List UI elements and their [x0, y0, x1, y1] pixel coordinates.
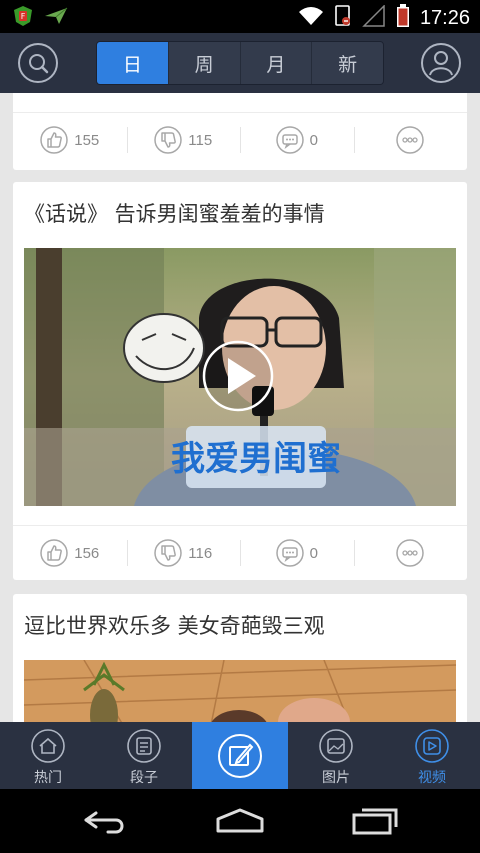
video-thumbnail[interactable]: 我爱男闺蜜	[24, 248, 456, 506]
signal-icon	[362, 4, 386, 31]
house-icon	[31, 729, 65, 763]
nav-hot[interactable]: 热门	[0, 722, 96, 789]
svg-text:F: F	[21, 12, 26, 21]
post-actions: 156 116 0	[13, 526, 467, 580]
comment-icon	[275, 539, 304, 567]
tab-day[interactable]: 日	[97, 42, 169, 84]
comment-icon	[275, 126, 304, 154]
nav-videos[interactable]: 视频	[384, 722, 480, 789]
more-icon	[396, 539, 424, 567]
wifi-icon	[298, 6, 324, 30]
tab-month[interactable]: 月	[240, 42, 313, 84]
home-button[interactable]	[214, 807, 266, 839]
post-card[interactable]: 逗比世界欢乐多 美女奇葩毁三观	[13, 594, 467, 722]
thumbs-down-icon	[154, 126, 183, 154]
nav-label: 热门	[34, 770, 62, 786]
play-icon[interactable]	[202, 341, 274, 413]
recents-icon	[352, 808, 398, 835]
tab-week[interactable]: 周	[168, 42, 241, 84]
home-icon	[216, 808, 264, 833]
search-button[interactable]	[17, 42, 59, 84]
dislike-button[interactable]: 115	[126, 113, 241, 167]
video-caption: 我爱男闺蜜	[171, 439, 341, 479]
dislike-count: 116	[188, 544, 213, 562]
comment-button[interactable]: 0	[240, 113, 354, 167]
back-icon	[84, 811, 124, 834]
thumbs-up-icon	[40, 126, 68, 154]
app-notification-icon: F	[12, 5, 34, 31]
thumbs-down-icon	[154, 539, 183, 567]
system-nav	[0, 789, 480, 853]
profile-button[interactable]	[420, 42, 462, 84]
status-time: 17:26	[419, 6, 470, 29]
like-count: 155	[74, 131, 100, 149]
post-card[interactable]: 《话说》 告诉男闺蜜羞羞的事情 我爱男闺蜜 156 116 0	[13, 182, 467, 580]
tab-new[interactable]: 新	[312, 42, 383, 84]
play-icon	[415, 729, 449, 763]
dislike-count: 115	[188, 131, 213, 149]
status-bar: F 17:26	[0, 0, 480, 33]
user-icon	[421, 43, 461, 83]
comment-button[interactable]: 0	[240, 526, 354, 580]
compose-button[interactable]	[192, 722, 288, 789]
nav-label: 视频	[418, 770, 446, 786]
post-title[interactable]: 《话说》 告诉男闺蜜羞羞的事情	[24, 198, 325, 228]
top-bar: 日 周 月 新	[0, 33, 480, 93]
post-title[interactable]: 逗比世界欢乐多 美女奇葩毁三观	[24, 610, 325, 640]
recents-button[interactable]	[350, 807, 400, 839]
list-icon	[127, 729, 161, 763]
paper-plane-icon	[44, 7, 68, 29]
more-button[interactable]	[353, 526, 468, 580]
nav-images[interactable]: 图片	[288, 722, 384, 789]
comment-count: 0	[309, 544, 318, 562]
nav-label: 图片	[322, 770, 350, 786]
search-icon	[18, 43, 58, 83]
post-thumbnail[interactable]	[24, 660, 456, 722]
more-icon	[396, 126, 424, 154]
bottom-nav: 热门 段子 图片 视频	[0, 722, 480, 789]
back-button[interactable]	[82, 807, 130, 839]
thumbs-up-icon	[40, 539, 68, 567]
nav-jokes[interactable]: 段子	[96, 722, 192, 789]
comment-count: 0	[309, 131, 318, 149]
post-actions: 155 115 0	[13, 113, 467, 167]
battery-icon	[396, 4, 410, 32]
like-button[interactable]: 156	[13, 526, 127, 580]
more-button[interactable]	[353, 113, 468, 167]
period-tabs: 日 周 月 新	[96, 41, 384, 85]
like-button[interactable]: 155	[13, 113, 127, 167]
feed[interactable]: 155 115 0 《话说》 告诉男闺蜜羞羞的事情 我爱男闺蜜 156 116 …	[0, 93, 480, 722]
nav-label: 段子	[130, 770, 158, 786]
dislike-button[interactable]: 116	[126, 526, 241, 580]
image-icon	[319, 729, 353, 763]
data-off-icon	[334, 5, 352, 31]
post-card: 155 115 0	[13, 93, 467, 170]
compose-icon	[218, 733, 262, 778]
like-count: 156	[74, 544, 100, 562]
